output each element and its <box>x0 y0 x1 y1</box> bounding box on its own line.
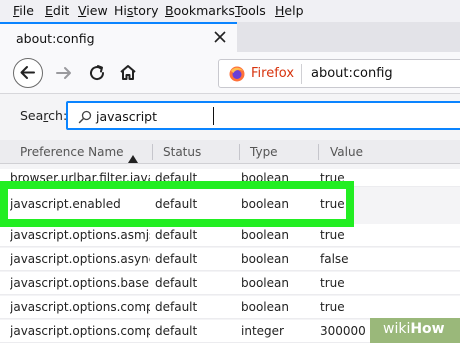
menu-tools[interactable]: Tools <box>235 3 266 18</box>
column-divider <box>239 144 240 160</box>
navigation-toolbar: Firefox about:config <box>0 52 460 94</box>
table-row[interactable]: javascript.options.baseli... default boo… <box>0 272 460 295</box>
preference-status: default <box>155 300 198 314</box>
column-header-type[interactable]: Type <box>250 145 278 159</box>
forward-button[interactable] <box>52 61 76 85</box>
preference-value: true <box>320 300 345 314</box>
tab-strip: about:config <box>0 22 460 52</box>
table-row-javascript-enabled[interactable]: javascript.enabled default boolean true <box>8 189 346 219</box>
tab-about-config[interactable]: about:config <box>0 22 237 52</box>
preference-value: true <box>320 197 345 211</box>
menu-bookmarks[interactable]: Bookmarks <box>165 3 235 18</box>
url-text: about:config <box>311 66 393 81</box>
preference-name: javascript.options.compa... <box>10 300 150 314</box>
close-icon[interactable] <box>212 29 228 45</box>
search-value: javascript <box>96 109 158 124</box>
preference-status: default <box>155 197 198 211</box>
preference-value: true <box>320 276 345 290</box>
table-header: Preference Name Status Type Value <box>0 140 460 164</box>
menu-file[interactable]: File <box>13 3 34 18</box>
preference-name: javascript.options.asyncs... <box>10 252 150 266</box>
firefox-logo-icon <box>229 66 245 82</box>
menu-help[interactable]: Help <box>275 3 304 18</box>
column-divider <box>152 144 153 160</box>
column-header-preference-name[interactable]: Preference Name <box>20 145 124 159</box>
text-caret <box>213 107 214 125</box>
search-label: Search: <box>20 108 68 123</box>
preference-type: boolean <box>241 276 289 290</box>
preference-name: javascript.options.asmjs <box>10 228 150 242</box>
back-arrow-icon <box>20 66 35 79</box>
menu-view[interactable]: View <box>78 3 108 18</box>
watermark-text: wikiHow <box>383 321 445 337</box>
menu-bar: File Edit View History Bookmarks Tools H… <box>0 0 460 22</box>
column-header-status[interactable]: Status <box>163 145 201 159</box>
column-header-value[interactable]: Value <box>330 145 363 159</box>
preference-type: integer <box>241 324 284 338</box>
preference-status: default <box>155 276 198 290</box>
preference-type: boolean <box>241 197 289 211</box>
url-bar[interactable]: Firefox about:config <box>218 59 460 88</box>
column-divider <box>318 144 319 160</box>
preference-value: false <box>320 252 349 266</box>
preference-name: javascript.enabled <box>10 197 121 211</box>
wikihow-watermark: wikiHow <box>370 318 460 343</box>
home-button[interactable] <box>116 61 140 85</box>
preference-status: default <box>155 228 198 242</box>
sort-ascending-icon <box>128 148 138 163</box>
highlight-callout: javascript.enabled default boolean true <box>0 181 354 227</box>
preference-type: boolean <box>241 252 289 266</box>
preference-name: javascript.options.baseli... <box>10 276 150 290</box>
identity-label: Firefox <box>251 66 295 81</box>
menu-history[interactable]: History <box>114 3 158 18</box>
forward-arrow-icon <box>56 67 71 79</box>
back-button[interactable] <box>13 58 43 88</box>
search-icon <box>78 109 92 124</box>
preference-type: boolean <box>241 300 289 314</box>
preference-status: default <box>155 252 198 266</box>
search-input[interactable]: javascript <box>66 101 460 130</box>
reload-icon <box>90 65 105 81</box>
table-row[interactable]: javascript.options.asmjs default boolean… <box>0 224 460 247</box>
reload-button[interactable] <box>85 61 109 85</box>
home-icon <box>120 65 136 80</box>
preference-name: javascript.options.compa... <box>10 324 150 338</box>
url-separator <box>301 64 302 84</box>
preference-type: boolean <box>241 228 289 242</box>
preference-status: default <box>155 324 198 338</box>
menu-edit[interactable]: Edit <box>45 3 69 18</box>
preference-value: true <box>320 228 345 242</box>
table-row[interactable]: javascript.options.asyncs... default boo… <box>0 248 460 271</box>
table-row[interactable]: javascript.options.compa... default bool… <box>0 296 460 319</box>
tab-title: about:config <box>16 31 95 46</box>
